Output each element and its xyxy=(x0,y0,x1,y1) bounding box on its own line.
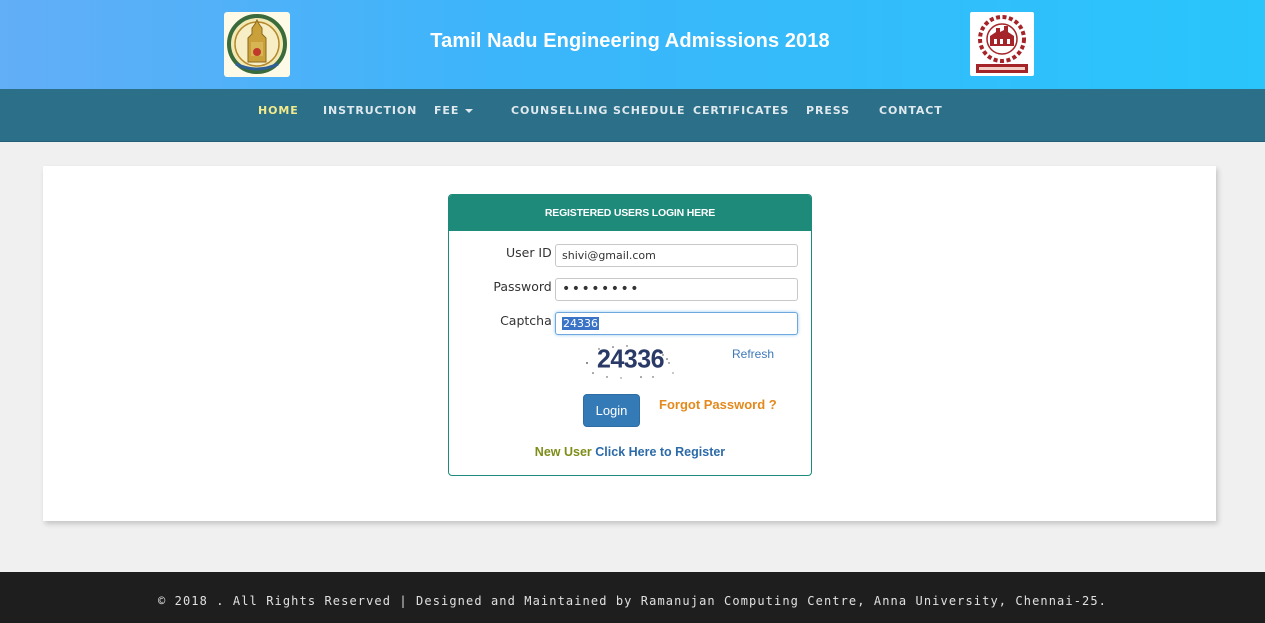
site-header: Tamil Nadu Engineering Admissions 2018 xyxy=(0,0,1265,89)
nav-certificates[interactable]: CERTIFICATES xyxy=(693,104,789,117)
forgot-password-link[interactable]: Forgot Password ? xyxy=(659,397,777,412)
refresh-captcha-link[interactable]: Refresh xyxy=(732,347,774,361)
nav-instruction[interactable]: INSTRUCTION xyxy=(323,104,417,117)
user-id-input[interactable]: shivi@gmail.com xyxy=(555,244,798,267)
login-panel-title: REGISTERED USERS LOGIN HERE xyxy=(449,195,811,231)
password-label: Password* xyxy=(493,279,561,294)
password-label-text: Password xyxy=(493,279,552,294)
new-user-text: New User xyxy=(534,445,592,459)
tn-government-emblem-logo xyxy=(224,12,290,77)
nav-contact[interactable]: CONTACT xyxy=(879,104,943,117)
captcha-input[interactable]: 24336 xyxy=(555,312,798,335)
main-navbar: HOME INSTRUCTION FEE COUNSELLING SCHEDUL… xyxy=(0,89,1265,142)
password-value: •••••••• xyxy=(562,281,641,297)
user-id-label-text: User ID xyxy=(505,245,552,260)
anna-university-logo xyxy=(970,12,1034,76)
captcha-input-value: 24336 xyxy=(562,317,599,330)
register-link[interactable]: Click Here to Register xyxy=(595,445,725,459)
nav-fee-dropdown[interactable]: FEE xyxy=(434,104,474,117)
register-row: New User Click Here to Register xyxy=(449,445,811,459)
captcha-image: 24336 xyxy=(583,343,683,381)
login-button[interactable]: Login xyxy=(583,394,640,427)
nav-fee-label: FEE xyxy=(434,104,460,117)
captcha-label: Captcha* xyxy=(500,313,561,328)
footer-text: © 2018 . All Rights Reserved | Designed … xyxy=(157,594,1107,608)
user-id-value: shivi@gmail.com xyxy=(562,249,656,262)
caret-down-icon xyxy=(465,109,474,113)
login-panel: REGISTERED USERS LOGIN HERE User ID* shi… xyxy=(448,194,812,476)
nav-counselling-schedule[interactable]: COUNSELLING SCHEDULE xyxy=(511,104,685,117)
password-input[interactable]: •••••••• xyxy=(555,278,798,301)
captcha-image-text: 24336 xyxy=(597,344,665,374)
user-id-label: User ID* xyxy=(506,245,561,260)
nav-home[interactable]: HOME xyxy=(258,104,299,117)
site-title: Tamil Nadu Engineering Admissions 2018 xyxy=(430,30,830,52)
nav-press[interactable]: PRESS xyxy=(806,104,850,117)
site-footer: © 2018 . All Rights Reserved | Designed … xyxy=(0,572,1265,623)
captcha-label-text: Captcha xyxy=(500,313,552,328)
